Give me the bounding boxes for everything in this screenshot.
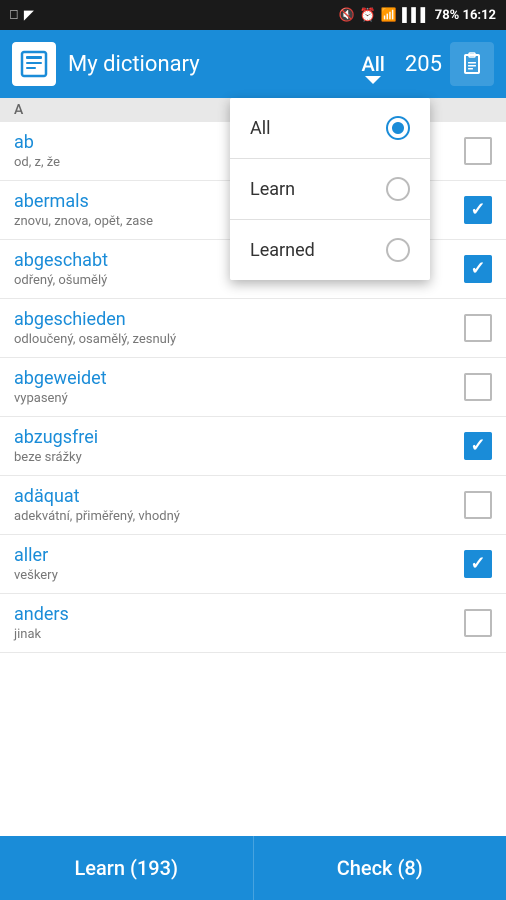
word-row[interactable]: abzugsfrei beze srážky — [0, 417, 506, 476]
word-checkbox[interactable] — [464, 196, 492, 224]
filter-learn-option[interactable]: Learn — [230, 159, 430, 220]
word-main: abgeschieden — [14, 309, 464, 330]
alarm-icon: ⏰ — [360, 8, 376, 23]
word-main: adäquat — [14, 486, 464, 507]
filter-all-label: All — [250, 118, 271, 139]
word-translation: adekvátní, přiměřený, vhodný — [14, 509, 464, 524]
word-row[interactable]: adäquat adekvátní, přiměřený, vhodný — [0, 476, 506, 535]
word-row[interactable]: aller veškery — [0, 535, 506, 594]
word-checkbox[interactable] — [464, 491, 492, 519]
learn-button[interactable]: Learn (193) — [0, 836, 254, 900]
word-main: abzugsfrei — [14, 427, 464, 448]
word-main: anders — [14, 604, 464, 625]
filter-learned-radio[interactable] — [386, 238, 410, 262]
filter-all-option[interactable]: All — [230, 98, 430, 159]
word-row[interactable]: abgeweidet vypasený — [0, 358, 506, 417]
word-info: adäquat adekvátní, přiměřený, vhodný — [14, 486, 464, 524]
status-bar: ⎕ ◤ 🔇 ⏰ 📶 ▌▌▌ 78% 16:12 — [0, 0, 506, 30]
filter-learned-label: Learned — [250, 240, 315, 261]
word-checkbox[interactable] — [464, 432, 492, 460]
word-translation: odloučený, osamělý, zesnulý — [14, 332, 464, 347]
word-checkbox[interactable] — [464, 609, 492, 637]
word-info: abzugsfrei beze srážky — [14, 427, 464, 465]
word-translation: jinak — [14, 627, 464, 642]
wifi-icon: 📶 — [381, 8, 397, 23]
app-icon — [12, 42, 56, 86]
signal-icon: ▌▌▌ — [402, 7, 430, 23]
filter-all-radio[interactable] — [386, 116, 410, 140]
word-translation: veškery — [14, 568, 464, 583]
word-translation: beze srážky — [14, 450, 464, 465]
check-button[interactable]: Check (8) — [254, 836, 506, 900]
word-main: aller — [14, 545, 464, 566]
word-checkbox[interactable] — [464, 550, 492, 578]
word-row[interactable]: abgeschieden odloučený, osamělý, zesnulý — [0, 299, 506, 358]
filter-dropdown-menu: All Learn Learned — [230, 98, 430, 280]
word-info: abgeschieden odloučený, osamělý, zesnulý — [14, 309, 464, 347]
status-bar-left: ⎕ ◤ — [10, 8, 34, 23]
word-checkbox[interactable] — [464, 314, 492, 342]
filter-learn-radio[interactable] — [386, 177, 410, 201]
word-main: abgeweidet — [14, 368, 464, 389]
word-count: 205 — [405, 52, 442, 77]
word-checkbox[interactable] — [464, 373, 492, 401]
filter-learned-option[interactable]: Learned — [230, 220, 430, 280]
word-row[interactable]: anders jinak — [0, 594, 506, 653]
clipboard-button[interactable] — [450, 42, 494, 86]
image-icon: ◤ — [24, 8, 34, 23]
filter-dropdown[interactable]: All — [361, 52, 384, 76]
battery-text: 78% 16:12 — [435, 8, 496, 23]
filter-learn-label: Learn — [250, 179, 295, 200]
bottom-bar: Learn (193) Check (8) — [0, 836, 506, 900]
mute-icon: 🔇 — [339, 8, 355, 23]
word-info: abgeweidet vypasený — [14, 368, 464, 406]
status-bar-right: 🔇 ⏰ 📶 ▌▌▌ 78% 16:12 — [339, 7, 496, 23]
word-info: anders jinak — [14, 604, 464, 642]
app-bar: My dictionary All 205 — [0, 30, 506, 98]
word-info: aller veškery — [14, 545, 464, 583]
usb-icon: ⎕ — [10, 8, 18, 23]
word-checkbox[interactable] — [464, 137, 492, 165]
word-translation: vypasený — [14, 391, 464, 406]
app-title: My dictionary — [68, 52, 361, 77]
word-checkbox[interactable] — [464, 255, 492, 283]
